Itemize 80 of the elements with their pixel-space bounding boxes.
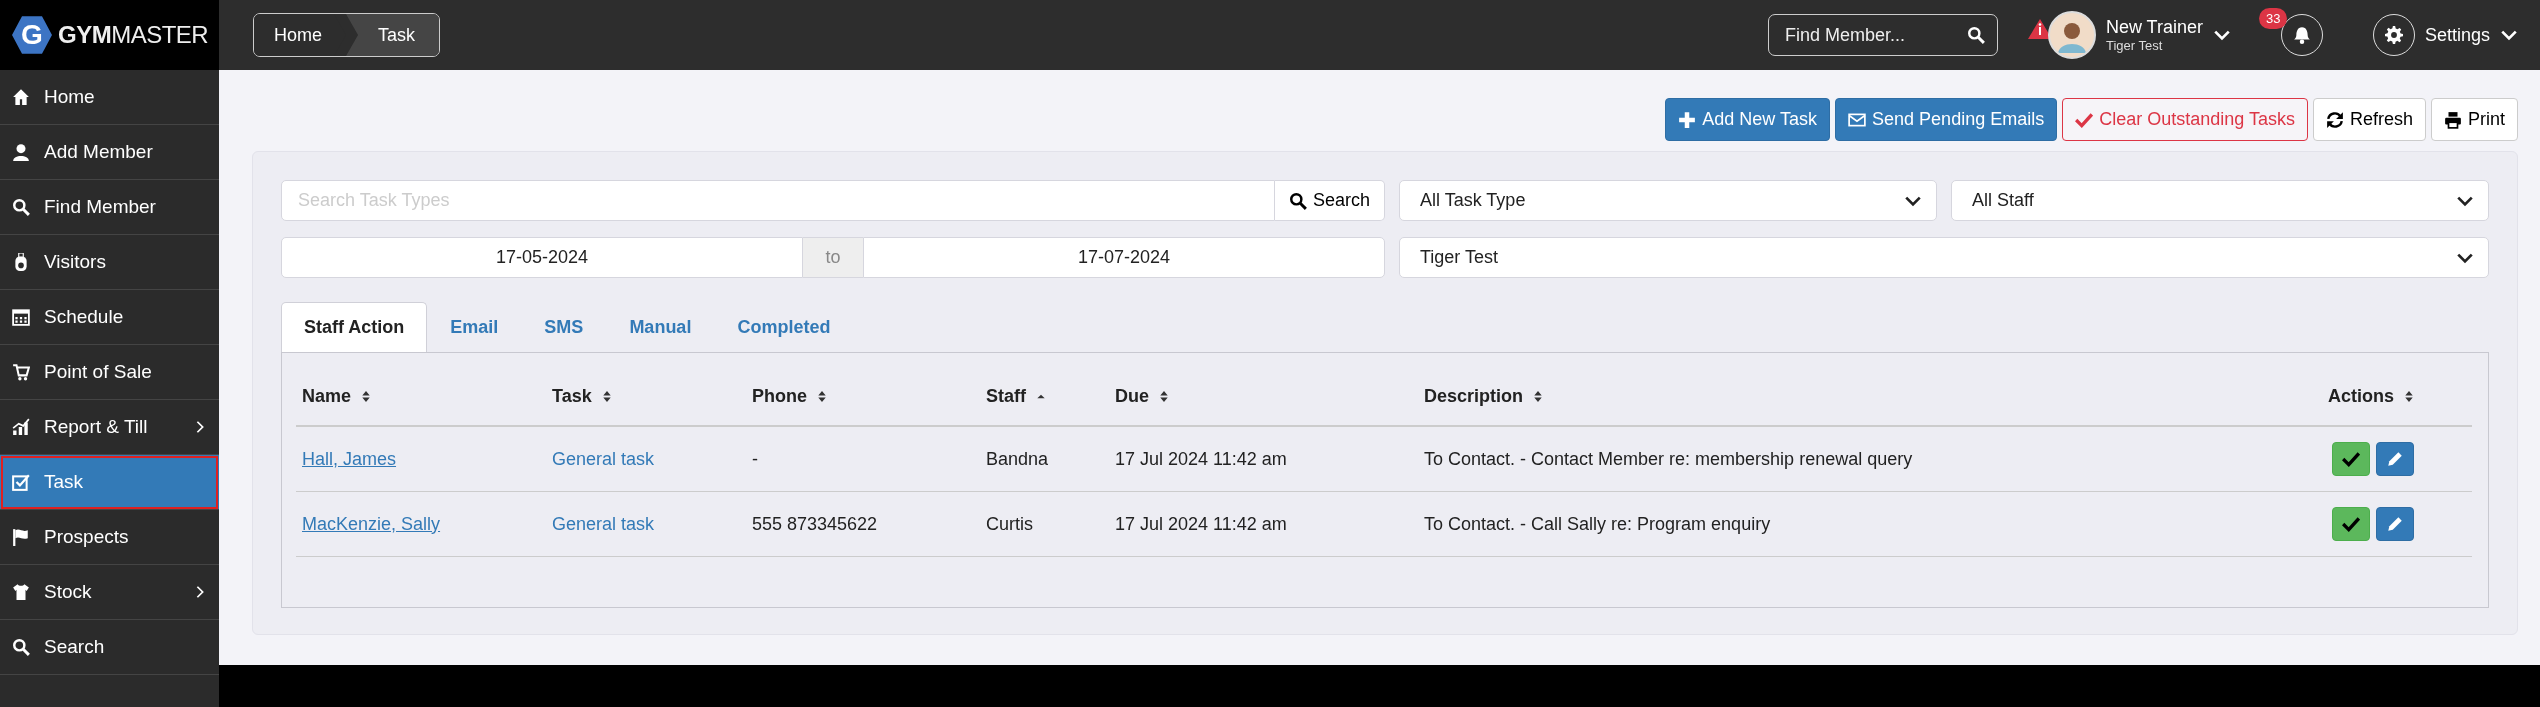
tab[interactable]: Manual — [606, 302, 715, 352]
shirt-icon — [12, 583, 30, 601]
table-cell: 17 Jul 2024 11:42 am — [1115, 513, 1287, 534]
checkmark-icon — [2075, 110, 2094, 129]
toolbar-button[interactable]: Add New Task — [1665, 98, 1831, 141]
flag-icon — [12, 528, 30, 546]
table-cell: 555 873345622 — [752, 513, 878, 534]
tab[interactable]: Email — [427, 302, 522, 352]
checkmark-icon — [2342, 450, 2360, 468]
refresh-icon — [2325, 110, 2344, 129]
edit-button[interactable] — [2376, 507, 2414, 541]
chart-icon — [12, 418, 30, 436]
toolbar-button[interactable]: Refresh — [2312, 98, 2426, 141]
tag-icon — [12, 253, 30, 271]
sort-icon[interactable] — [1533, 389, 1544, 403]
bell-icon — [2292, 26, 2311, 44]
person-icon — [12, 143, 30, 161]
plus-icon — [1678, 110, 1697, 129]
toolbar-button[interactable]: Send Pending Emails — [1835, 98, 2058, 141]
breadcrumb-item[interactable]: Task — [346, 14, 440, 56]
find-member-field[interactable]: Find Member... — [1782, 23, 1967, 47]
tab[interactable]: Completed — [714, 302, 854, 352]
pencil-icon — [2386, 450, 2404, 468]
checkmark-icon — [2342, 515, 2360, 533]
toolbar-button[interactable]: Clear Outstanding Tasks — [2062, 98, 2308, 141]
column-header[interactable]: Task — [552, 385, 592, 407]
task-link[interactable]: General task — [552, 448, 655, 469]
user-name[interactable]: New Trainer — [2105, 17, 2203, 38]
complete-button[interactable] — [2332, 442, 2370, 476]
table-cell: Bandna — [986, 448, 1049, 469]
staff-select[interactable]: All Staff — [1951, 180, 2489, 221]
table-cell: To Contact. - Contact Member re: membership renewal query — [1424, 448, 1913, 469]
cart-icon — [12, 363, 30, 381]
date-from-field[interactable]: 17-05-2024 — [281, 237, 803, 278]
logo-mark: G — [12, 15, 52, 55]
column-header[interactable]: Phone — [752, 385, 807, 407]
sort-icon[interactable] — [361, 389, 372, 403]
search-icon — [1288, 191, 1307, 210]
sort-icon[interactable] — [1159, 389, 1169, 403]
toolbar-button[interactable]: Print — [2431, 98, 2518, 141]
tab[interactable]: SMS — [521, 302, 607, 352]
avatar-icon[interactable] — [2047, 11, 2096, 59]
tab[interactable]: Staff Action — [281, 302, 428, 352]
sort-icon[interactable] — [601, 389, 612, 403]
column-header[interactable]: Actions — [2328, 385, 2394, 407]
table-cell: - — [752, 448, 758, 469]
date-separator: to — [803, 237, 863, 278]
column-header[interactable]: Name — [302, 385, 352, 407]
settings-menu[interactable]: Settings — [2424, 24, 2490, 46]
checkbox-icon — [12, 473, 30, 491]
date-to-field[interactable]: 17-07-2024 — [863, 237, 1385, 278]
sort-icon[interactable] — [2404, 389, 2414, 403]
column-header[interactable]: Due — [1115, 385, 1149, 407]
task-link[interactable]: General task — [552, 513, 655, 534]
settings-icon — [2384, 26, 2403, 44]
pencil-icon — [2386, 515, 2404, 533]
table-cell: To Contact. - Call Sally re: Program enquiry — [1424, 513, 1771, 534]
logo-text: GYMMASTER — [58, 21, 209, 49]
search-icon — [1966, 26, 1985, 44]
member-name-link[interactable]: MacKenzie, Sally — [302, 513, 441, 534]
member-name-link[interactable]: Hall, James — [302, 448, 397, 469]
search-button[interactable]: Search — [1274, 180, 1385, 221]
home-icon — [12, 88, 30, 106]
complete-button[interactable] — [2332, 507, 2370, 541]
table-cell: 17 Jul 2024 11:42 am — [1115, 448, 1287, 469]
printer-icon — [2444, 110, 2462, 129]
user-gym: Tiger Test — [2105, 38, 2164, 53]
column-header[interactable]: Description — [1424, 385, 1524, 407]
find-member-field[interactable]: Find Member... — [1767, 14, 1998, 56]
task-type-select[interactable]: All Task Type — [1399, 180, 1937, 221]
search-icon — [12, 198, 30, 216]
table-cell: Curtis — [986, 513, 1033, 534]
edit-button[interactable] — [2376, 442, 2414, 476]
notification-count: 33 — [2258, 8, 2288, 29]
assigned-staff-select[interactable]: Tiger Test — [1399, 237, 2489, 278]
search-icon — [12, 638, 30, 656]
calendar-icon — [12, 308, 30, 326]
sidebar-item[interactable]: Task — [0, 455, 219, 510]
column-header[interactable]: Staff — [986, 385, 1026, 407]
sort-icon[interactable] — [817, 389, 827, 403]
